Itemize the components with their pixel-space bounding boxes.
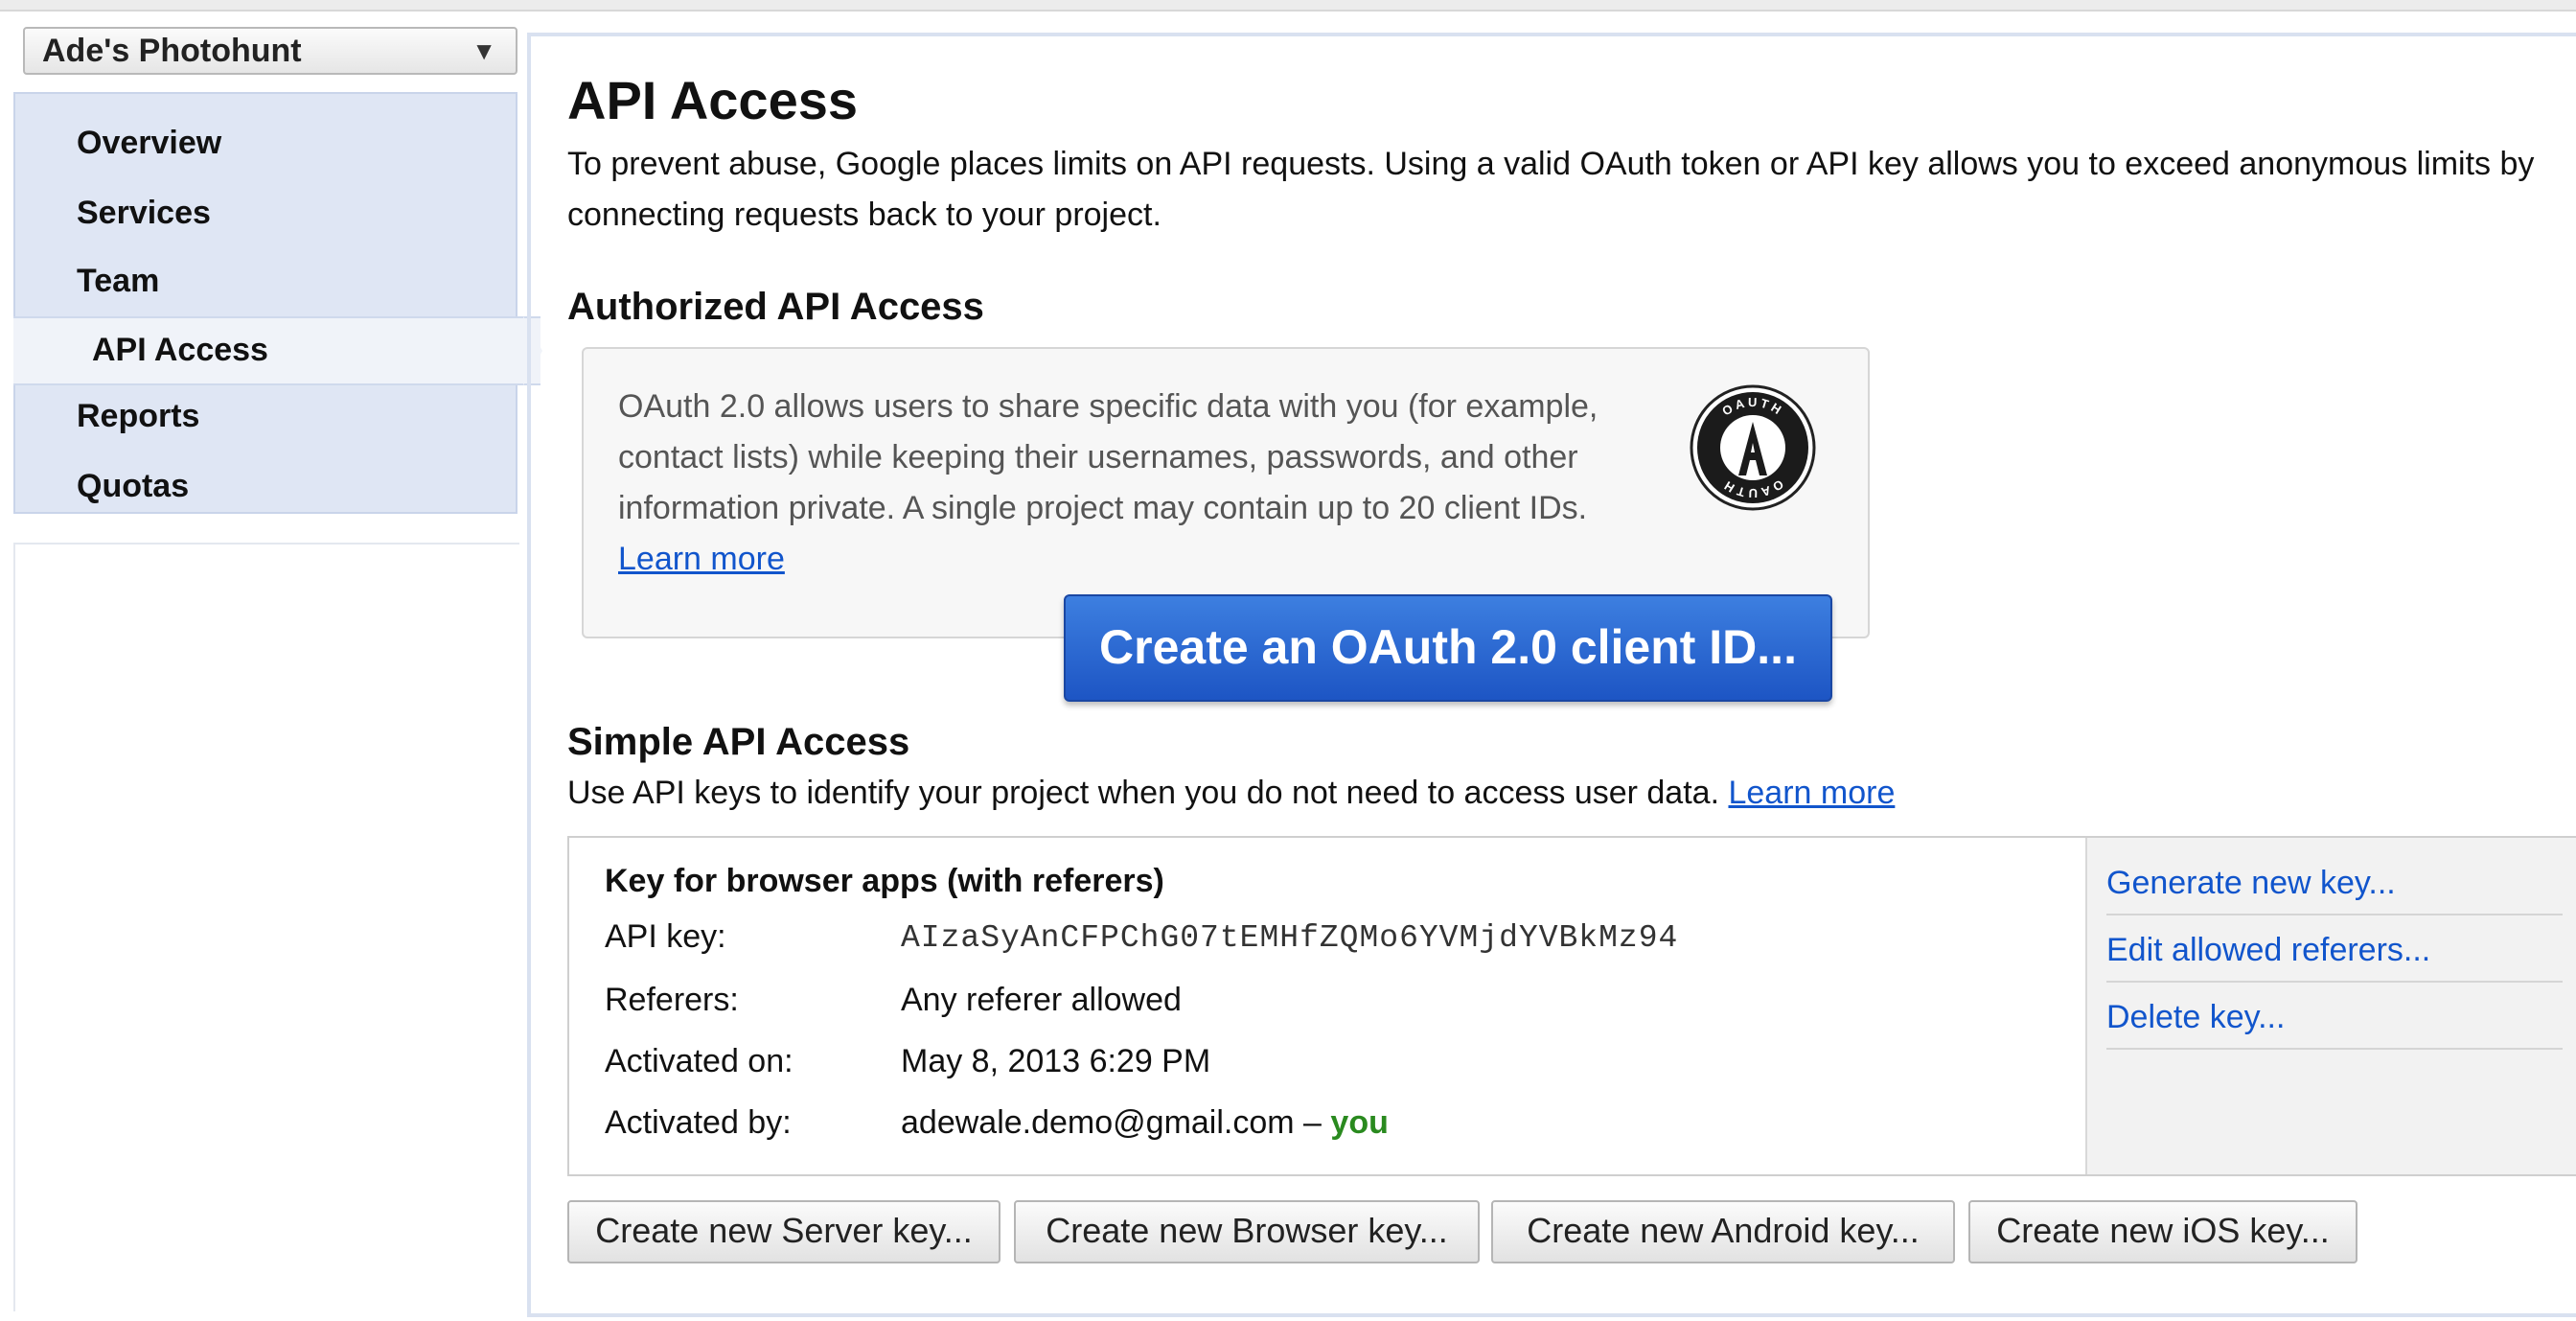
api-key-value: AIzaSyAnCFPChG07tEMHfZQMo6YVMjdYVBkMz94 xyxy=(901,920,1679,956)
oauth-logo-icon: OAUTH OAUTH xyxy=(1690,384,1816,511)
referers-label: Referers: xyxy=(605,982,739,1018)
sidebar-item-team[interactable]: Team xyxy=(77,263,159,300)
page-title: API Access xyxy=(567,70,858,130)
sidebar-item-reports[interactable]: Reports xyxy=(77,398,199,435)
simple-description-line: Use API keys to identify your project wh… xyxy=(567,775,1895,812)
oauth-learn-more-link[interactable]: Learn more xyxy=(618,541,785,577)
project-selector[interactable]: Ade's Photohunt ▼ xyxy=(23,27,518,75)
simple-learn-more-link[interactable]: Learn more xyxy=(1728,775,1895,811)
referers-value: Any referer allowed xyxy=(901,982,1182,1018)
sidebar-item-quotas[interactable]: Quotas xyxy=(77,468,189,505)
create-android-key-button[interactable]: Create new Android key... xyxy=(1491,1200,1955,1263)
oauth-description-block: OAuth 2.0 allows users to share specific… xyxy=(618,382,1682,585)
activated-by-line: adewale.demo@gmail.com – you xyxy=(901,1104,1389,1142)
sidebar-lower-panel xyxy=(13,543,519,1311)
create-server-key-button[interactable]: Create new Server key... xyxy=(567,1200,1000,1263)
chevron-down-icon: ▼ xyxy=(472,36,496,65)
authorized-heading: Authorized API Access xyxy=(567,286,984,328)
activated-by-you: you xyxy=(1330,1104,1389,1141)
key-title: Key for browser apps (with referers) xyxy=(605,863,1164,899)
activated-by-value: adewale.demo@gmail.com – xyxy=(901,1104,1322,1141)
oauth-description: OAuth 2.0 allows users to share specific… xyxy=(618,388,1598,526)
sidebar-item-api-access[interactable]: API Access xyxy=(92,332,268,369)
generate-key-link[interactable]: Generate new key... xyxy=(2106,865,2563,915)
delete-key-link[interactable]: Delete key... xyxy=(2106,999,2563,1050)
api-key-label: API key: xyxy=(605,918,726,955)
project-selector-value: Ade's Photohunt xyxy=(42,33,302,69)
create-browser-key-button[interactable]: Create new Browser key... xyxy=(1014,1200,1480,1263)
activated-on-label: Activated on: xyxy=(605,1043,794,1079)
create-ios-key-button[interactable]: Create new iOS key... xyxy=(1968,1200,2358,1263)
page-intro: To prevent abuse, Google places limits o… xyxy=(567,146,2535,233)
sidebar-item-overview[interactable]: Overview xyxy=(77,125,221,162)
sidebar-item-services[interactable]: Services xyxy=(77,195,211,232)
edit-referers-link[interactable]: Edit allowed referers... xyxy=(2106,932,2563,983)
activated-by-label: Activated by: xyxy=(605,1104,792,1141)
activated-on-value: May 8, 2013 6:29 PM xyxy=(901,1043,1211,1079)
simple-heading: Simple API Access xyxy=(567,721,910,763)
simple-description: Use API keys to identify your project wh… xyxy=(567,775,1720,811)
create-oauth-client-button[interactable]: Create an OAuth 2.0 client ID... xyxy=(1064,594,1832,702)
